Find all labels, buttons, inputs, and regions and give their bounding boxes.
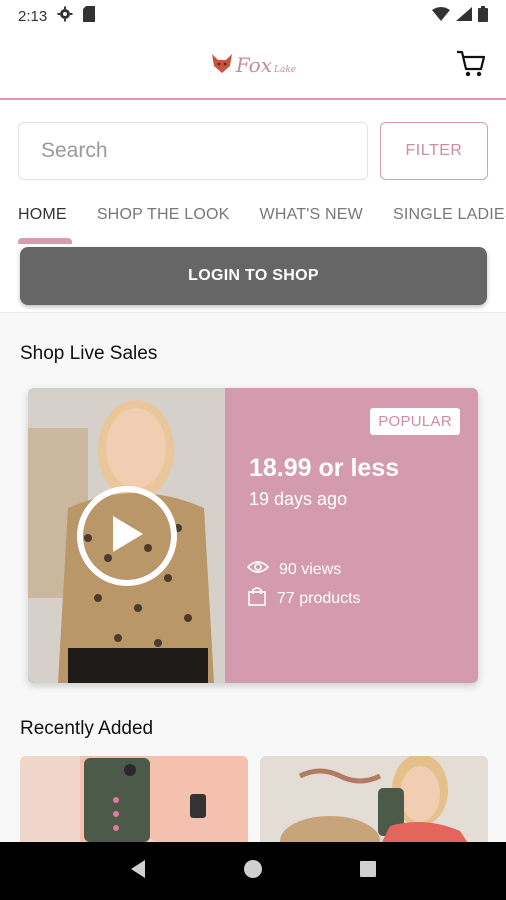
- filter-button[interactable]: FILTER: [380, 122, 488, 180]
- live-sale-image: [28, 388, 225, 683]
- shop-live-sales-title: Shop Live Sales: [20, 343, 158, 364]
- products-stat: 77 products: [247, 586, 361, 611]
- main-content: Shop Live Sales POPULAR 18.99 or less 19…: [0, 312, 506, 846]
- recents-square-icon: [359, 860, 377, 883]
- category-tabs: HOME SHOP THE LOOK WHAT'S NEW SINGLE LAD…: [0, 196, 506, 244]
- shopping-bag-icon: [247, 586, 267, 611]
- cart-icon: [456, 50, 486, 83]
- live-sale-price: 18.99 or less: [249, 454, 400, 482]
- live-sale-card[interactable]: POPULAR 18.99 or less 19 days ago 90 vie…: [28, 388, 478, 683]
- play-icon: [109, 514, 145, 559]
- views-stat: 90 views: [246, 560, 342, 579]
- login-to-shop-button[interactable]: LOGIN TO SHOP: [20, 247, 487, 305]
- status-bar: 2:13: [0, 0, 506, 32]
- tab-shop-the-look[interactable]: SHOP THE LOOK: [97, 196, 230, 242]
- live-sale-date: 19 days ago: [249, 489, 348, 509]
- home-button[interactable]: [233, 851, 273, 891]
- search-input[interactable]: [18, 122, 368, 180]
- products-count: 77 products: [277, 589, 361, 607]
- logo-text: Fox: [235, 53, 272, 77]
- recently-added-title: Recently Added: [20, 718, 154, 739]
- gear-icon: [57, 6, 73, 26]
- sd-card-icon: [83, 6, 96, 26]
- wifi-icon: [432, 7, 450, 25]
- app-header: Fox Lake: [0, 32, 506, 100]
- status-time: 2:13: [18, 7, 48, 25]
- back-button[interactable]: [118, 851, 158, 891]
- signal-icon: [456, 7, 472, 25]
- recents-button[interactable]: [348, 851, 388, 891]
- recent-item-image[interactable]: [20, 756, 248, 846]
- tab-whats-new[interactable]: WHAT'S NEW: [260, 196, 363, 242]
- recent-item-image[interactable]: [260, 756, 488, 846]
- play-button[interactable]: [77, 486, 177, 586]
- tab-home[interactable]: HOME: [18, 196, 67, 242]
- cart-button[interactable]: [454, 50, 488, 82]
- tab-single-ladies[interactable]: SINGLE LADIES: [393, 196, 506, 242]
- search-row: FILTER: [18, 122, 488, 180]
- recently-added-grid: [20, 756, 488, 846]
- live-sale-info: POPULAR 18.99 or less 19 days ago 90 vie…: [225, 388, 478, 683]
- popular-badge: POPULAR: [370, 408, 460, 435]
- views-count: 90 views: [279, 560, 342, 578]
- system-nav-bar: [0, 842, 506, 900]
- logo-subtext: Lake: [273, 65, 297, 75]
- fox-icon: [210, 52, 234, 79]
- back-triangle-icon: [129, 859, 147, 884]
- eye-icon: [246, 560, 270, 579]
- active-tab-indicator: [18, 238, 72, 244]
- battery-icon: [478, 6, 488, 26]
- brand-logo[interactable]: Fox Lake: [210, 52, 296, 79]
- home-circle-icon: [243, 859, 263, 884]
